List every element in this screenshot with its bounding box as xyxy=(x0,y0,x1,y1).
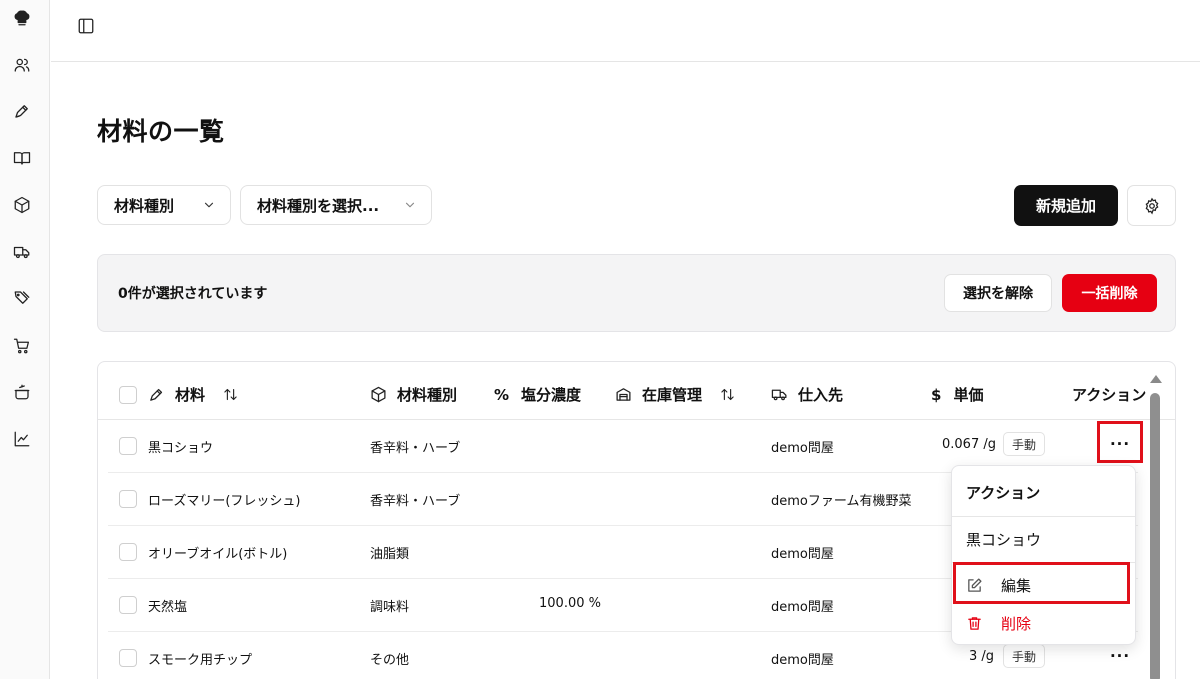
menu-divider xyxy=(952,516,1135,517)
column-type-header[interactable]: 材料種別 xyxy=(370,384,457,405)
add-new-button[interactable]: 新規追加 xyxy=(1014,185,1118,226)
row-type: 油脂類 xyxy=(370,547,410,562)
row-name: スモーク用チップ xyxy=(148,653,253,668)
warehouse-icon xyxy=(616,388,631,401)
scroll-thumb[interactable] xyxy=(1150,393,1160,679)
menu-edit-item[interactable]: 編集 xyxy=(954,568,1132,602)
pot-icon[interactable] xyxy=(11,381,33,403)
row-name: 天然塩 xyxy=(148,600,188,615)
sort-icon[interactable] xyxy=(223,387,238,402)
row-supplier: demo問屋 xyxy=(771,547,834,562)
menu-edit-label: 編集 xyxy=(1001,576,1032,595)
edit-icon xyxy=(968,577,982,592)
select-all-checkbox[interactable] xyxy=(119,386,137,404)
column-actions-header: アクション xyxy=(1072,384,1146,405)
menu-delete-item[interactable]: 削除 xyxy=(954,606,1132,640)
truck-icon xyxy=(771,389,787,401)
row-type: その他 xyxy=(370,653,410,668)
menu-divider xyxy=(952,562,1135,563)
column-stock-header[interactable]: 在庫管理 xyxy=(615,384,735,405)
row-supplier: demo問屋 xyxy=(771,600,834,615)
row-checkbox[interactable] xyxy=(119,543,137,561)
pen-icon xyxy=(150,388,163,401)
column-name-header[interactable]: 材料 xyxy=(148,384,238,405)
users-icon[interactable] xyxy=(11,54,33,76)
column-stock-label: 在庫管理 xyxy=(642,386,703,404)
row-checkbox[interactable] xyxy=(119,596,137,614)
more-icon: ··· xyxy=(1109,435,1131,453)
column-price-label: 単価 xyxy=(953,386,984,404)
package-icon[interactable] xyxy=(11,194,33,216)
row-name: ローズマリー(フレッシュ) xyxy=(148,494,301,509)
tags-icon[interactable] xyxy=(11,287,33,309)
type-filter-label: 材料種別 xyxy=(114,196,175,215)
row-checkbox[interactable] xyxy=(119,490,137,508)
truck-icon[interactable] xyxy=(11,241,33,263)
row-supplier: demo問屋 xyxy=(771,441,834,456)
package-icon xyxy=(371,386,386,403)
column-actions-label: アクション xyxy=(1072,386,1147,404)
menu-delete-label: 削除 xyxy=(1001,614,1032,633)
percent-icon: % xyxy=(494,385,510,404)
cart-icon[interactable] xyxy=(11,335,33,357)
column-name-label: 材料 xyxy=(175,386,206,404)
row-supplier: demoファーム有機野菜 xyxy=(771,494,912,509)
type-choose-select[interactable]: 材料種別を選択... xyxy=(240,185,432,225)
panel-toggle-icon[interactable] xyxy=(75,15,97,37)
row-salt: 100.00 % xyxy=(539,596,601,611)
book-icon[interactable] xyxy=(11,147,33,169)
selection-count: 0件が選択されています xyxy=(118,286,268,302)
more-icon: ··· xyxy=(1109,647,1131,665)
row-type: 香辛料・ハーブ xyxy=(370,494,461,509)
column-price-header[interactable]: $ 単価 xyxy=(931,384,983,405)
trash-icon xyxy=(968,616,981,630)
bulk-delete-button[interactable]: 一括削除 xyxy=(1062,274,1157,312)
row-checkbox[interactable] xyxy=(119,437,137,455)
settings-button[interactable] xyxy=(1127,185,1176,226)
table-header: 材料 材料種別 % 塩分濃度 在庫管理 仕入先 $ 単価 アクション xyxy=(98,362,1175,420)
row-name: 黒コショウ xyxy=(148,441,214,456)
column-supplier-header[interactable]: 仕入先 xyxy=(771,384,843,405)
sidebar xyxy=(0,0,50,679)
clear-selection-button[interactable]: 選択を解除 xyxy=(944,274,1052,312)
pen-icon[interactable] xyxy=(11,100,33,122)
column-supplier-label: 仕入先 xyxy=(798,386,844,404)
dollar-icon: $ xyxy=(931,385,942,404)
row-price: 3 /g xyxy=(969,649,995,664)
menu-label: アクション xyxy=(966,484,1041,502)
price-mode-badge: 手動 xyxy=(1003,644,1046,668)
row-actions-menu: アクション 黒コショウ 編集 削除 xyxy=(951,465,1136,645)
chef-hat-icon[interactable] xyxy=(11,7,33,29)
chevron-down-icon xyxy=(202,198,216,212)
top-bar xyxy=(51,0,1200,62)
column-type-label: 材料種別 xyxy=(397,386,458,404)
row-type: 調味料 xyxy=(370,600,410,615)
chevron-down-icon xyxy=(403,198,417,212)
row-checkbox[interactable] xyxy=(119,649,137,667)
type-choose-placeholder: 材料種別を選択... xyxy=(257,196,380,215)
price-mode-badge: 手動 xyxy=(1003,432,1046,456)
chart-icon[interactable] xyxy=(11,428,33,450)
type-filter-select[interactable]: 材料種別 xyxy=(97,185,231,225)
row-supplier: demo問屋 xyxy=(771,653,834,668)
gear-icon xyxy=(1145,197,1158,215)
sort-icon[interactable] xyxy=(720,387,735,402)
row-type: 香辛料・ハーブ xyxy=(370,441,461,456)
table-scrollbar[interactable] xyxy=(1148,375,1162,679)
column-salt-label: 塩分濃度 xyxy=(521,386,582,404)
menu-item-name: 黒コショウ xyxy=(966,531,1042,549)
row-price: 0.067 /g xyxy=(942,437,996,452)
column-salt-header[interactable]: % 塩分濃度 xyxy=(494,384,581,405)
scroll-up-arrow-icon[interactable] xyxy=(1150,375,1162,383)
row-actions-button[interactable]: ··· xyxy=(1100,427,1140,461)
row-name: オリーブオイル(ボトル) xyxy=(148,547,288,562)
page-title: 材料の一覧 xyxy=(97,117,225,146)
